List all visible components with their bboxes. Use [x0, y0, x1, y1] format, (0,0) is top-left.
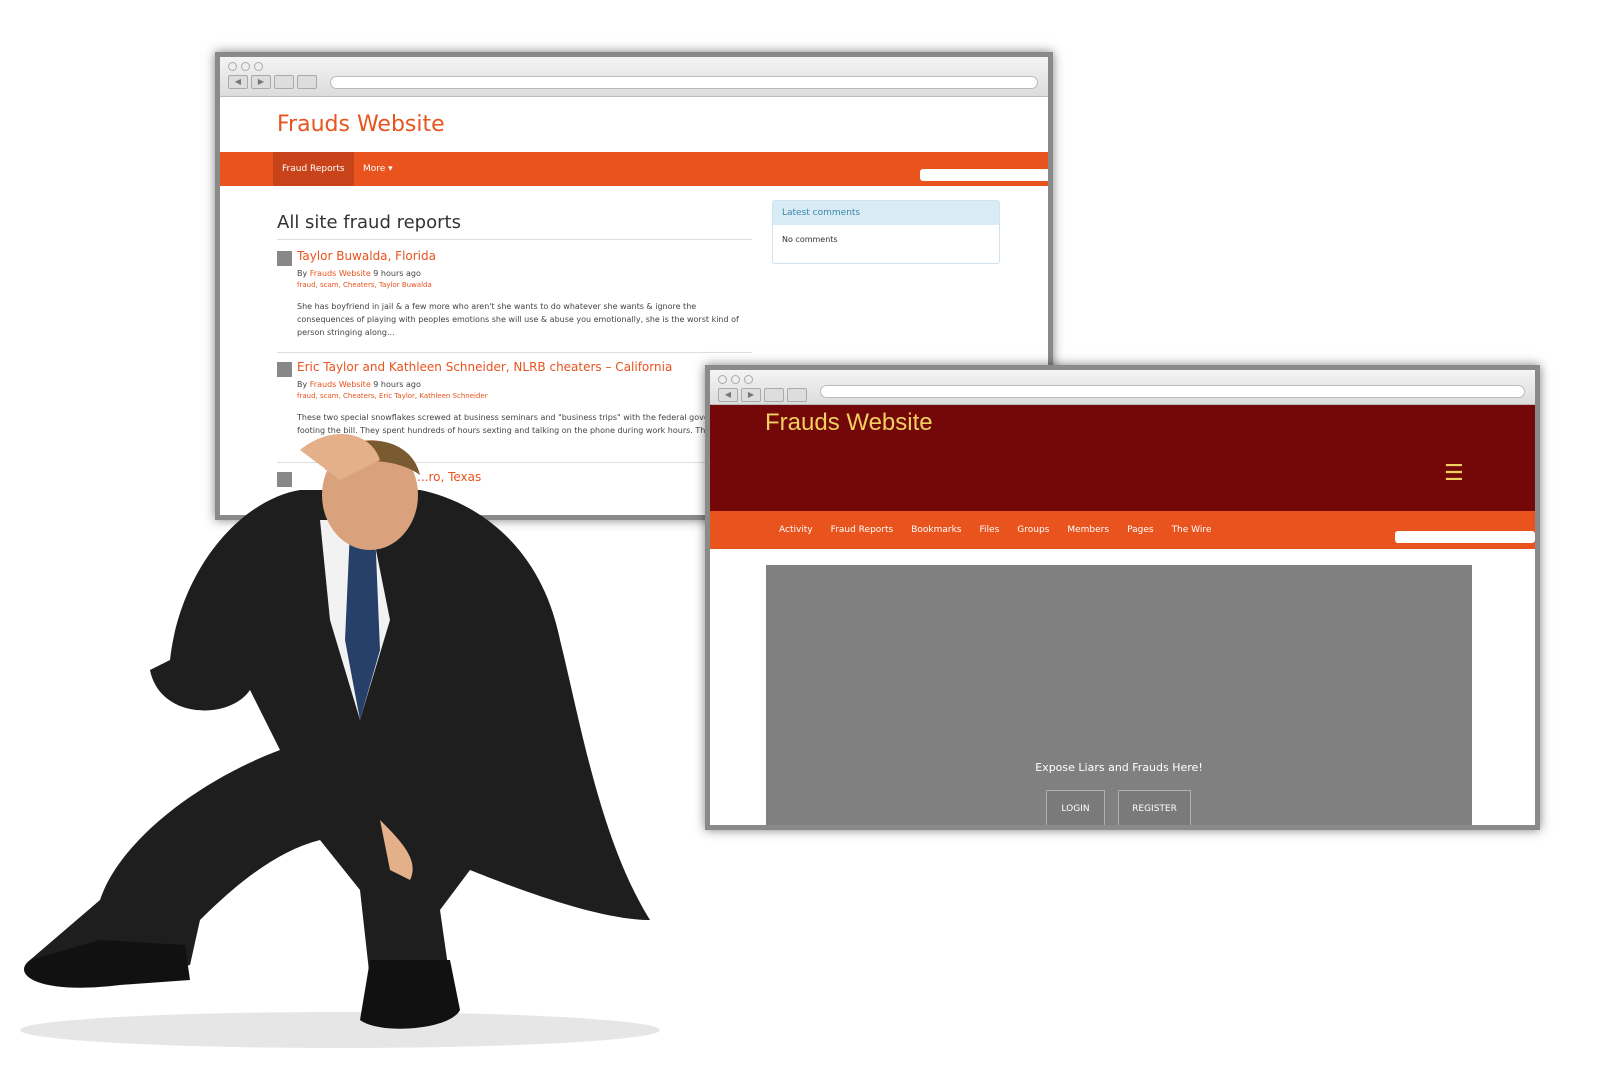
- nav-activity[interactable]: Activity: [770, 511, 822, 549]
- nav-groups[interactable]: Groups: [1008, 511, 1058, 549]
- search-input[interactable]: [1395, 531, 1535, 543]
- panel-body: No comments: [782, 235, 838, 244]
- tags[interactable]: fraud, scam, Cheaters, Eric Taylor, Kath…: [297, 392, 488, 400]
- main-nav: Fraud Reports More ▾: [220, 152, 1048, 186]
- list-item: Taylor Buwalda, Florida By Frauds Websit…: [277, 249, 752, 349]
- search-input[interactable]: [920, 169, 1048, 181]
- nav-pages[interactable]: Pages: [1118, 511, 1162, 549]
- browser-window-home: ◀ ▶ Frauds Website ☰ Activity Fraud Repor…: [705, 365, 1540, 830]
- nav-files[interactable]: Files: [971, 511, 1009, 549]
- author-link[interactable]: Frauds Website: [310, 269, 371, 278]
- author-link[interactable]: Frauds Website: [310, 380, 371, 389]
- nav-more[interactable]: More ▾: [354, 152, 402, 186]
- page-title: All site fraud reports: [277, 212, 461, 233]
- by-label: By: [297, 380, 308, 389]
- timestamp: 9 hours ago: [373, 380, 421, 389]
- back-icon[interactable]: ◀: [228, 75, 248, 89]
- post-title[interactable]: Eric Taylor and Kathleen Schneider, NLRB…: [297, 360, 672, 374]
- window-controls[interactable]: [718, 375, 753, 384]
- post-title[interactable]: Taylor Buwalda, Florida: [297, 249, 436, 263]
- site-title[interactable]: Frauds Website: [277, 112, 445, 137]
- avatar-icon: [277, 362, 292, 377]
- hero-banner: Expose Liars and Frauds Here! LOGIN REGI…: [766, 565, 1472, 825]
- nav-bookmarks[interactable]: Bookmarks: [902, 511, 970, 549]
- tagline: Expose Liars and Frauds Here!: [1035, 761, 1203, 774]
- register-button[interactable]: REGISTER: [1118, 790, 1191, 825]
- address-bar[interactable]: [820, 385, 1525, 398]
- browser-chrome: ◀ ▶: [710, 370, 1535, 405]
- tab-button[interactable]: [274, 75, 294, 89]
- tab-button[interactable]: [787, 388, 807, 402]
- nav-members[interactable]: Members: [1058, 511, 1118, 549]
- avatar-icon: [277, 251, 292, 266]
- tags[interactable]: fraud, scam, Cheaters, Taylor Buwalda: [297, 281, 432, 289]
- timestamp: 9 hours ago: [373, 269, 421, 278]
- nav-fraud-reports[interactable]: Fraud Reports: [273, 152, 354, 186]
- site-header: Frauds Website ☰: [710, 405, 1535, 511]
- latest-comments-panel: Latest comments No comments: [772, 200, 1000, 264]
- stressed-man-photo: [20, 433, 660, 1048]
- nav-fraud-reports[interactable]: Fraud Reports: [822, 511, 903, 549]
- site-title[interactable]: Frauds Website: [765, 409, 933, 437]
- panel-title: Latest comments: [773, 201, 999, 225]
- address-bar[interactable]: [330, 76, 1038, 89]
- tab-button[interactable]: [297, 75, 317, 89]
- login-button[interactable]: LOGIN: [1046, 790, 1105, 825]
- window-controls[interactable]: [228, 62, 263, 71]
- by-label: By: [297, 269, 308, 278]
- hamburger-icon[interactable]: ☰: [1444, 461, 1464, 486]
- nav-the-wire[interactable]: The Wire: [1163, 511, 1221, 549]
- browser-chrome: ◀ ▶: [220, 57, 1048, 97]
- back-icon[interactable]: ◀: [718, 388, 738, 402]
- forward-icon[interactable]: ▶: [741, 388, 761, 402]
- excerpt: She has boyfriend in jail & a few more w…: [297, 302, 739, 337]
- main-nav: Activity Fraud Reports Bookmarks Files G…: [710, 511, 1535, 549]
- forward-icon[interactable]: ▶: [251, 75, 271, 89]
- tab-button[interactable]: [764, 388, 784, 402]
